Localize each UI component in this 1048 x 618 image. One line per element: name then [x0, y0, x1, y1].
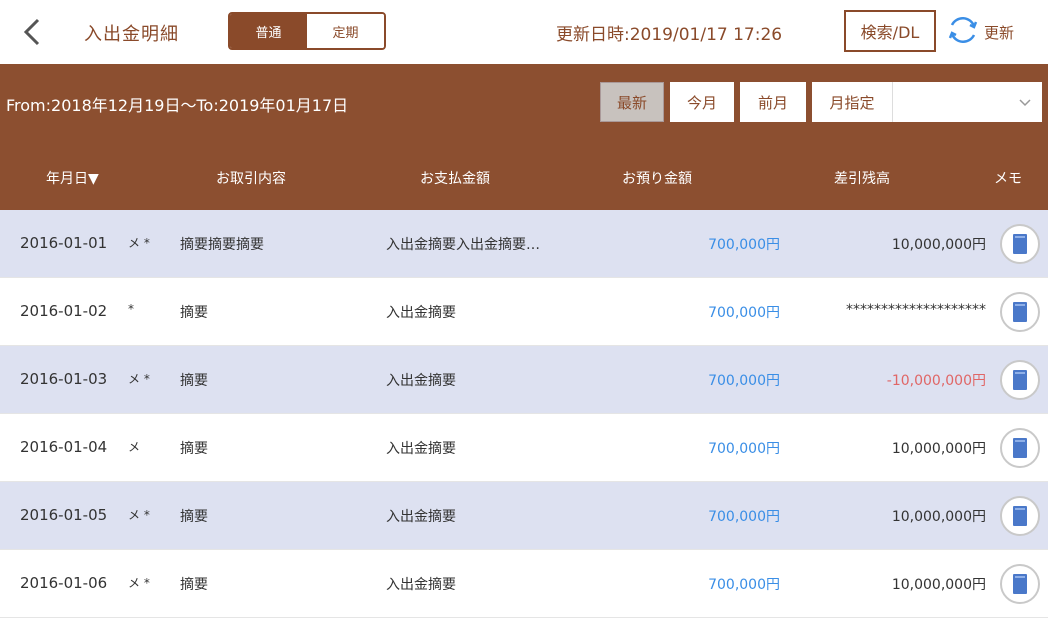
table-row[interactable]: 2016-01-03 メ * 摘要 入出金摘要 700,000円 -10,000… — [0, 346, 1048, 414]
this-month-button[interactable]: 今月 — [670, 82, 734, 122]
row-description: 摘要 — [180, 373, 208, 389]
row-date: 2016-01-06 — [20, 574, 108, 592]
row-mark: メ — [128, 440, 141, 454]
transaction-list: 2016-01-01 メ * 摘要摘要摘要 入出金摘要入出金摘要… 700,00… — [0, 210, 1048, 618]
table-header: 年月日▼ お取引内容 お支払金額 お預り金額 差引残高 メモ — [0, 142, 1048, 210]
account-type-toggle: 普通 定期 — [228, 12, 386, 50]
row-balance: 10,000,000円 — [891, 577, 986, 593]
row-mark: メ * — [128, 508, 150, 522]
memo-button[interactable] — [1000, 496, 1040, 536]
row-date: 2016-01-04 — [20, 438, 108, 456]
memo-icon — [1013, 234, 1027, 254]
latest-button[interactable]: 最新 — [600, 82, 664, 122]
app-header: 入出金明細 普通 定期 更新日時:2019/01/17 17:26 検索/DL … — [0, 0, 1048, 64]
tab-fixed[interactable]: 定期 — [307, 14, 384, 48]
row-date: 2016-01-01 — [20, 234, 108, 252]
memo-icon — [1013, 574, 1027, 594]
memo-icon — [1013, 302, 1027, 322]
memo-button[interactable] — [1000, 224, 1040, 264]
row-balance: 10,000,000円 — [891, 237, 986, 253]
row-description: 摘要 — [180, 305, 208, 321]
row-mark: メ * — [128, 236, 150, 250]
table-row[interactable]: 2016-01-02 * 摘要 入出金摘要 700,000円 *********… — [0, 278, 1048, 346]
row-deposit: 700,000円 — [708, 441, 780, 457]
page-title: 入出金明細 — [84, 24, 179, 45]
row-payment: 入出金摘要 — [386, 577, 456, 593]
table-row[interactable]: 2016-01-04 メ 摘要 入出金摘要 700,000円 10,000,00… — [0, 414, 1048, 482]
row-deposit: 700,000円 — [708, 305, 780, 321]
column-content: お取引内容 — [216, 171, 286, 187]
column-deposit: お預り金額 — [622, 171, 692, 187]
row-mark: メ * — [128, 576, 150, 590]
column-date[interactable]: 年月日▼ — [46, 168, 99, 188]
row-description: 摘要 — [180, 577, 208, 593]
row-deposit: 700,000円 — [708, 237, 780, 253]
memo-icon — [1013, 370, 1027, 390]
row-description: 摘要摘要摘要 — [180, 237, 264, 253]
memo-icon — [1013, 506, 1027, 526]
row-date: 2016-01-03 — [20, 370, 108, 388]
row-balance: -10,000,000円 — [886, 373, 986, 389]
row-deposit: 700,000円 — [708, 509, 780, 525]
updated-timestamp: 更新日時:2019/01/17 17:26 — [556, 25, 783, 45]
chevron-down-icon — [1018, 94, 1032, 113]
refresh-icon — [946, 13, 980, 51]
back-icon[interactable] — [20, 16, 46, 48]
row-payment: 入出金摘要 — [386, 373, 456, 389]
row-date: 2016-01-05 — [20, 506, 108, 524]
row-balance: 10,000,000円 — [891, 441, 986, 457]
row-balance: ******************** — [846, 302, 986, 318]
row-date: 2016-01-02 — [20, 302, 108, 320]
row-deposit: 700,000円 — [708, 373, 780, 389]
row-payment: 入出金摘要 — [386, 441, 456, 457]
search-download-button[interactable]: 検索/DL — [844, 10, 936, 52]
row-payment: 入出金摘要 — [386, 305, 456, 321]
last-month-button[interactable]: 前月 — [740, 82, 806, 122]
row-payment: 入出金摘要 — [386, 509, 456, 525]
memo-button[interactable] — [1000, 564, 1040, 604]
column-balance: 差引残高 — [834, 171, 890, 187]
row-mark: メ * — [128, 372, 150, 386]
filter-bar: From:2018年12月19日〜To:2019年01月17日 最新 今月 前月… — [0, 64, 1048, 142]
tab-ordinary[interactable]: 普通 — [230, 14, 307, 48]
specify-month-button[interactable]: 月指定 — [812, 82, 892, 122]
memo-button[interactable] — [1000, 428, 1040, 468]
month-select[interactable] — [892, 82, 1042, 122]
row-description: 摘要 — [180, 441, 208, 457]
table-row[interactable]: 2016-01-01 メ * 摘要摘要摘要 入出金摘要入出金摘要… 700,00… — [0, 210, 1048, 278]
memo-button[interactable] — [1000, 292, 1040, 332]
memo-button[interactable] — [1000, 360, 1040, 400]
column-memo: メモ — [994, 171, 1022, 187]
row-mark: * — [128, 302, 134, 316]
refresh-button[interactable]: 更新 — [946, 12, 1014, 52]
column-payment: お支払金額 — [420, 171, 490, 187]
table-row[interactable]: 2016-01-06 メ * 摘要 入出金摘要 700,000円 10,000,… — [0, 550, 1048, 618]
row-payment: 入出金摘要入出金摘要… — [386, 237, 540, 253]
row-description: 摘要 — [180, 509, 208, 525]
row-deposit: 700,000円 — [708, 577, 780, 593]
refresh-label: 更新 — [984, 23, 1015, 42]
date-range: From:2018年12月19日〜To:2019年01月17日 — [6, 96, 349, 115]
row-balance: 10,000,000円 — [891, 509, 986, 525]
table-row[interactable]: 2016-01-05 メ * 摘要 入出金摘要 700,000円 10,000,… — [0, 482, 1048, 550]
memo-icon — [1013, 438, 1027, 458]
